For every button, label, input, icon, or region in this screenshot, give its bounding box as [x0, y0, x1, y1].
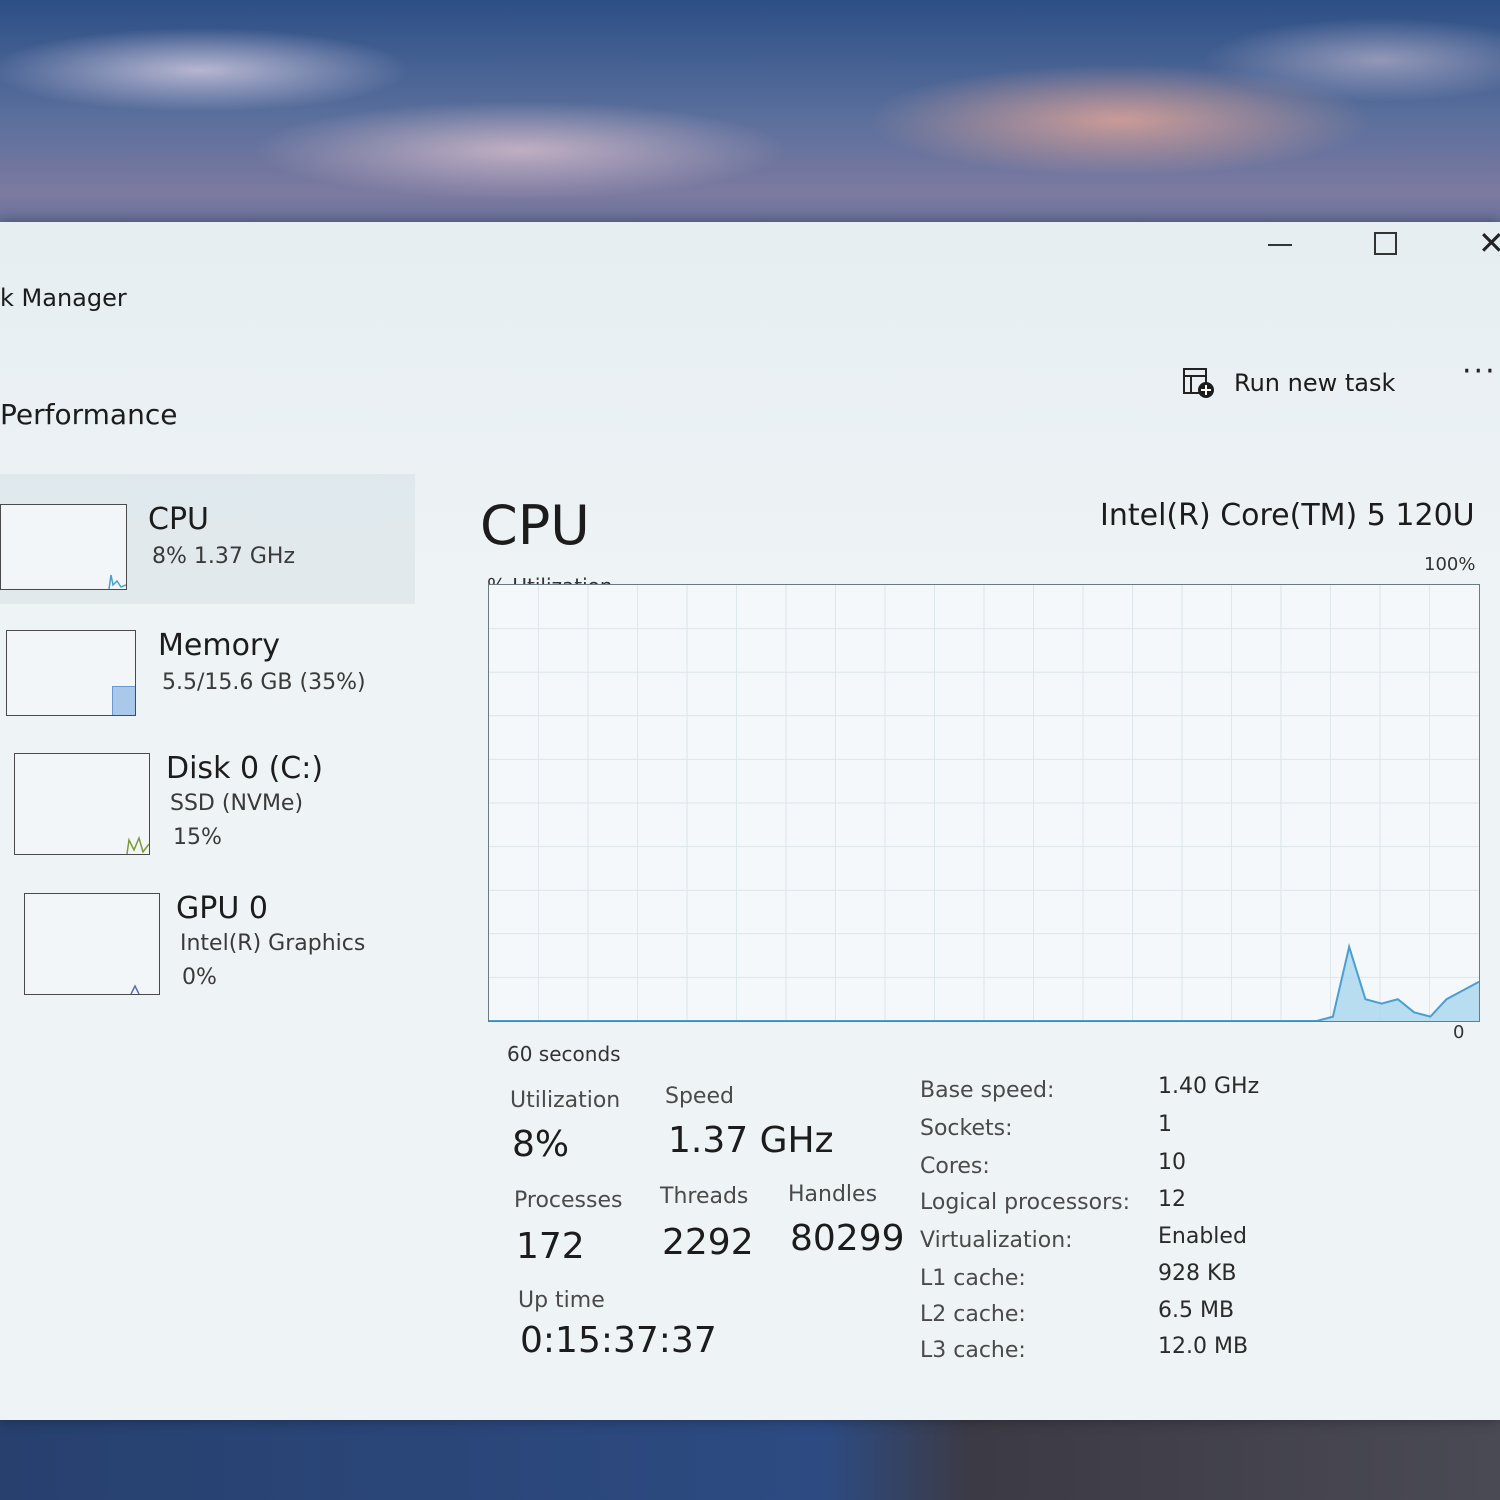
info-label: L1 cache:	[920, 1266, 1026, 1291]
info-value: 1.40 GHz	[1158, 1074, 1260, 1099]
info-value: 12.0 MB	[1158, 1334, 1249, 1359]
info-value: 928 KB	[1158, 1261, 1237, 1286]
gpu-thumbnail-graph	[24, 893, 160, 995]
memory-thumbnail-graph	[6, 630, 136, 716]
sidebar-item-memory[interactable]: Memory 5.5/15.6 GB (35%)	[0, 604, 415, 729]
sidebar-item-label: CPU	[148, 502, 209, 537]
sidebar-item-detail: Intel(R) Graphics	[180, 931, 366, 956]
info-value: 6.5 MB	[1158, 1298, 1235, 1323]
graph-zero-label: 0	[1453, 1022, 1465, 1043]
processes-value: 172	[516, 1226, 585, 1267]
maximize-icon[interactable]	[1374, 232, 1397, 255]
sidebar-item-label: Memory	[158, 628, 281, 663]
speed-value: 1.37 GHz	[668, 1120, 834, 1161]
utilization-value: 8%	[512, 1124, 570, 1165]
title-bar: k Manager ✕	[0, 222, 1500, 332]
cpu-model-name: Intel(R) Core(TM) 5 120U	[1100, 498, 1475, 533]
close-icon[interactable]: ✕	[1478, 224, 1500, 262]
info-value: Enabled	[1158, 1224, 1247, 1249]
page-title: CPU	[480, 494, 590, 557]
info-label: L2 cache:	[920, 1302, 1026, 1327]
info-label: Base speed:	[920, 1078, 1055, 1103]
sidebar-item-detail: 0%	[182, 965, 217, 990]
section-title: Performance	[0, 398, 178, 431]
handles-value: 80299	[790, 1218, 905, 1259]
sidebar-item-detail: 5.5/15.6 GB (35%)	[162, 670, 366, 695]
run-new-task-button[interactable]: Run new task	[1182, 366, 1395, 400]
minimize-icon[interactable]	[1268, 244, 1292, 246]
task-manager-window: k Manager ✕ Performance Run new task ···…	[0, 222, 1500, 1420]
sidebar-item-detail: 15%	[173, 825, 222, 850]
utilization-label: Utilization	[510, 1088, 621, 1113]
info-label: Logical processors:	[920, 1190, 1131, 1215]
cpu-thumbnail-sparkline	[108, 574, 127, 590]
app-title: k Manager	[0, 284, 127, 312]
graph-max-label: 100%	[1424, 554, 1476, 575]
info-label: Virtualization:	[920, 1228, 1073, 1253]
threads-value: 2292	[662, 1222, 754, 1263]
cpu-thumbnail-graph	[0, 504, 127, 590]
uptime-value: 0:15:37:37	[520, 1320, 717, 1361]
info-label: Cores:	[920, 1154, 990, 1179]
disk-thumbnail-graph	[14, 753, 150, 855]
memory-usage-fill	[112, 686, 135, 715]
gpu-thumbnail-sparkline	[130, 984, 140, 995]
run-new-task-label: Run new task	[1234, 369, 1396, 397]
handles-label: Handles	[788, 1182, 878, 1207]
sidebar-item-detail: 8% 1.37 GHz	[152, 544, 296, 569]
sidebar-item-gpu[interactable]: GPU 0 Intel(R) Graphics 0%	[0, 869, 415, 1009]
graph-time-label: 60 seconds	[507, 1042, 621, 1066]
info-label: Sockets:	[920, 1116, 1013, 1141]
more-options-icon[interactable]: ···	[1462, 354, 1497, 389]
performance-sidebar: CPU 8% 1.37 GHz Memory 5.5/15.6 GB (35%)…	[0, 474, 415, 995]
sidebar-item-label: GPU 0	[176, 891, 268, 926]
speed-label: Speed	[665, 1084, 734, 1109]
disk-thumbnail-sparkline	[126, 835, 150, 855]
sidebar-item-detail: SSD (NVMe)	[170, 791, 304, 816]
sidebar-item-label: Disk 0 (C:)	[166, 751, 324, 786]
threads-label: Threads	[660, 1184, 749, 1209]
info-label: L3 cache:	[920, 1338, 1026, 1363]
desktop-wallpaper-sky	[0, 0, 1500, 260]
info-value: 12	[1158, 1187, 1186, 1212]
sidebar-item-disk[interactable]: Disk 0 (C:) SSD (NVMe) 15%	[0, 729, 415, 869]
processes-label: Processes	[514, 1188, 623, 1213]
run-task-icon	[1183, 368, 1214, 398]
uptime-label: Up time	[518, 1288, 605, 1313]
sidebar-item-cpu[interactable]: CPU 8% 1.37 GHz	[0, 474, 415, 604]
info-value: 1	[1158, 1112, 1172, 1137]
cpu-utilization-graph	[488, 584, 1480, 1022]
cpu-utilization-chart	[489, 585, 1479, 1021]
info-value: 10	[1158, 1150, 1186, 1175]
